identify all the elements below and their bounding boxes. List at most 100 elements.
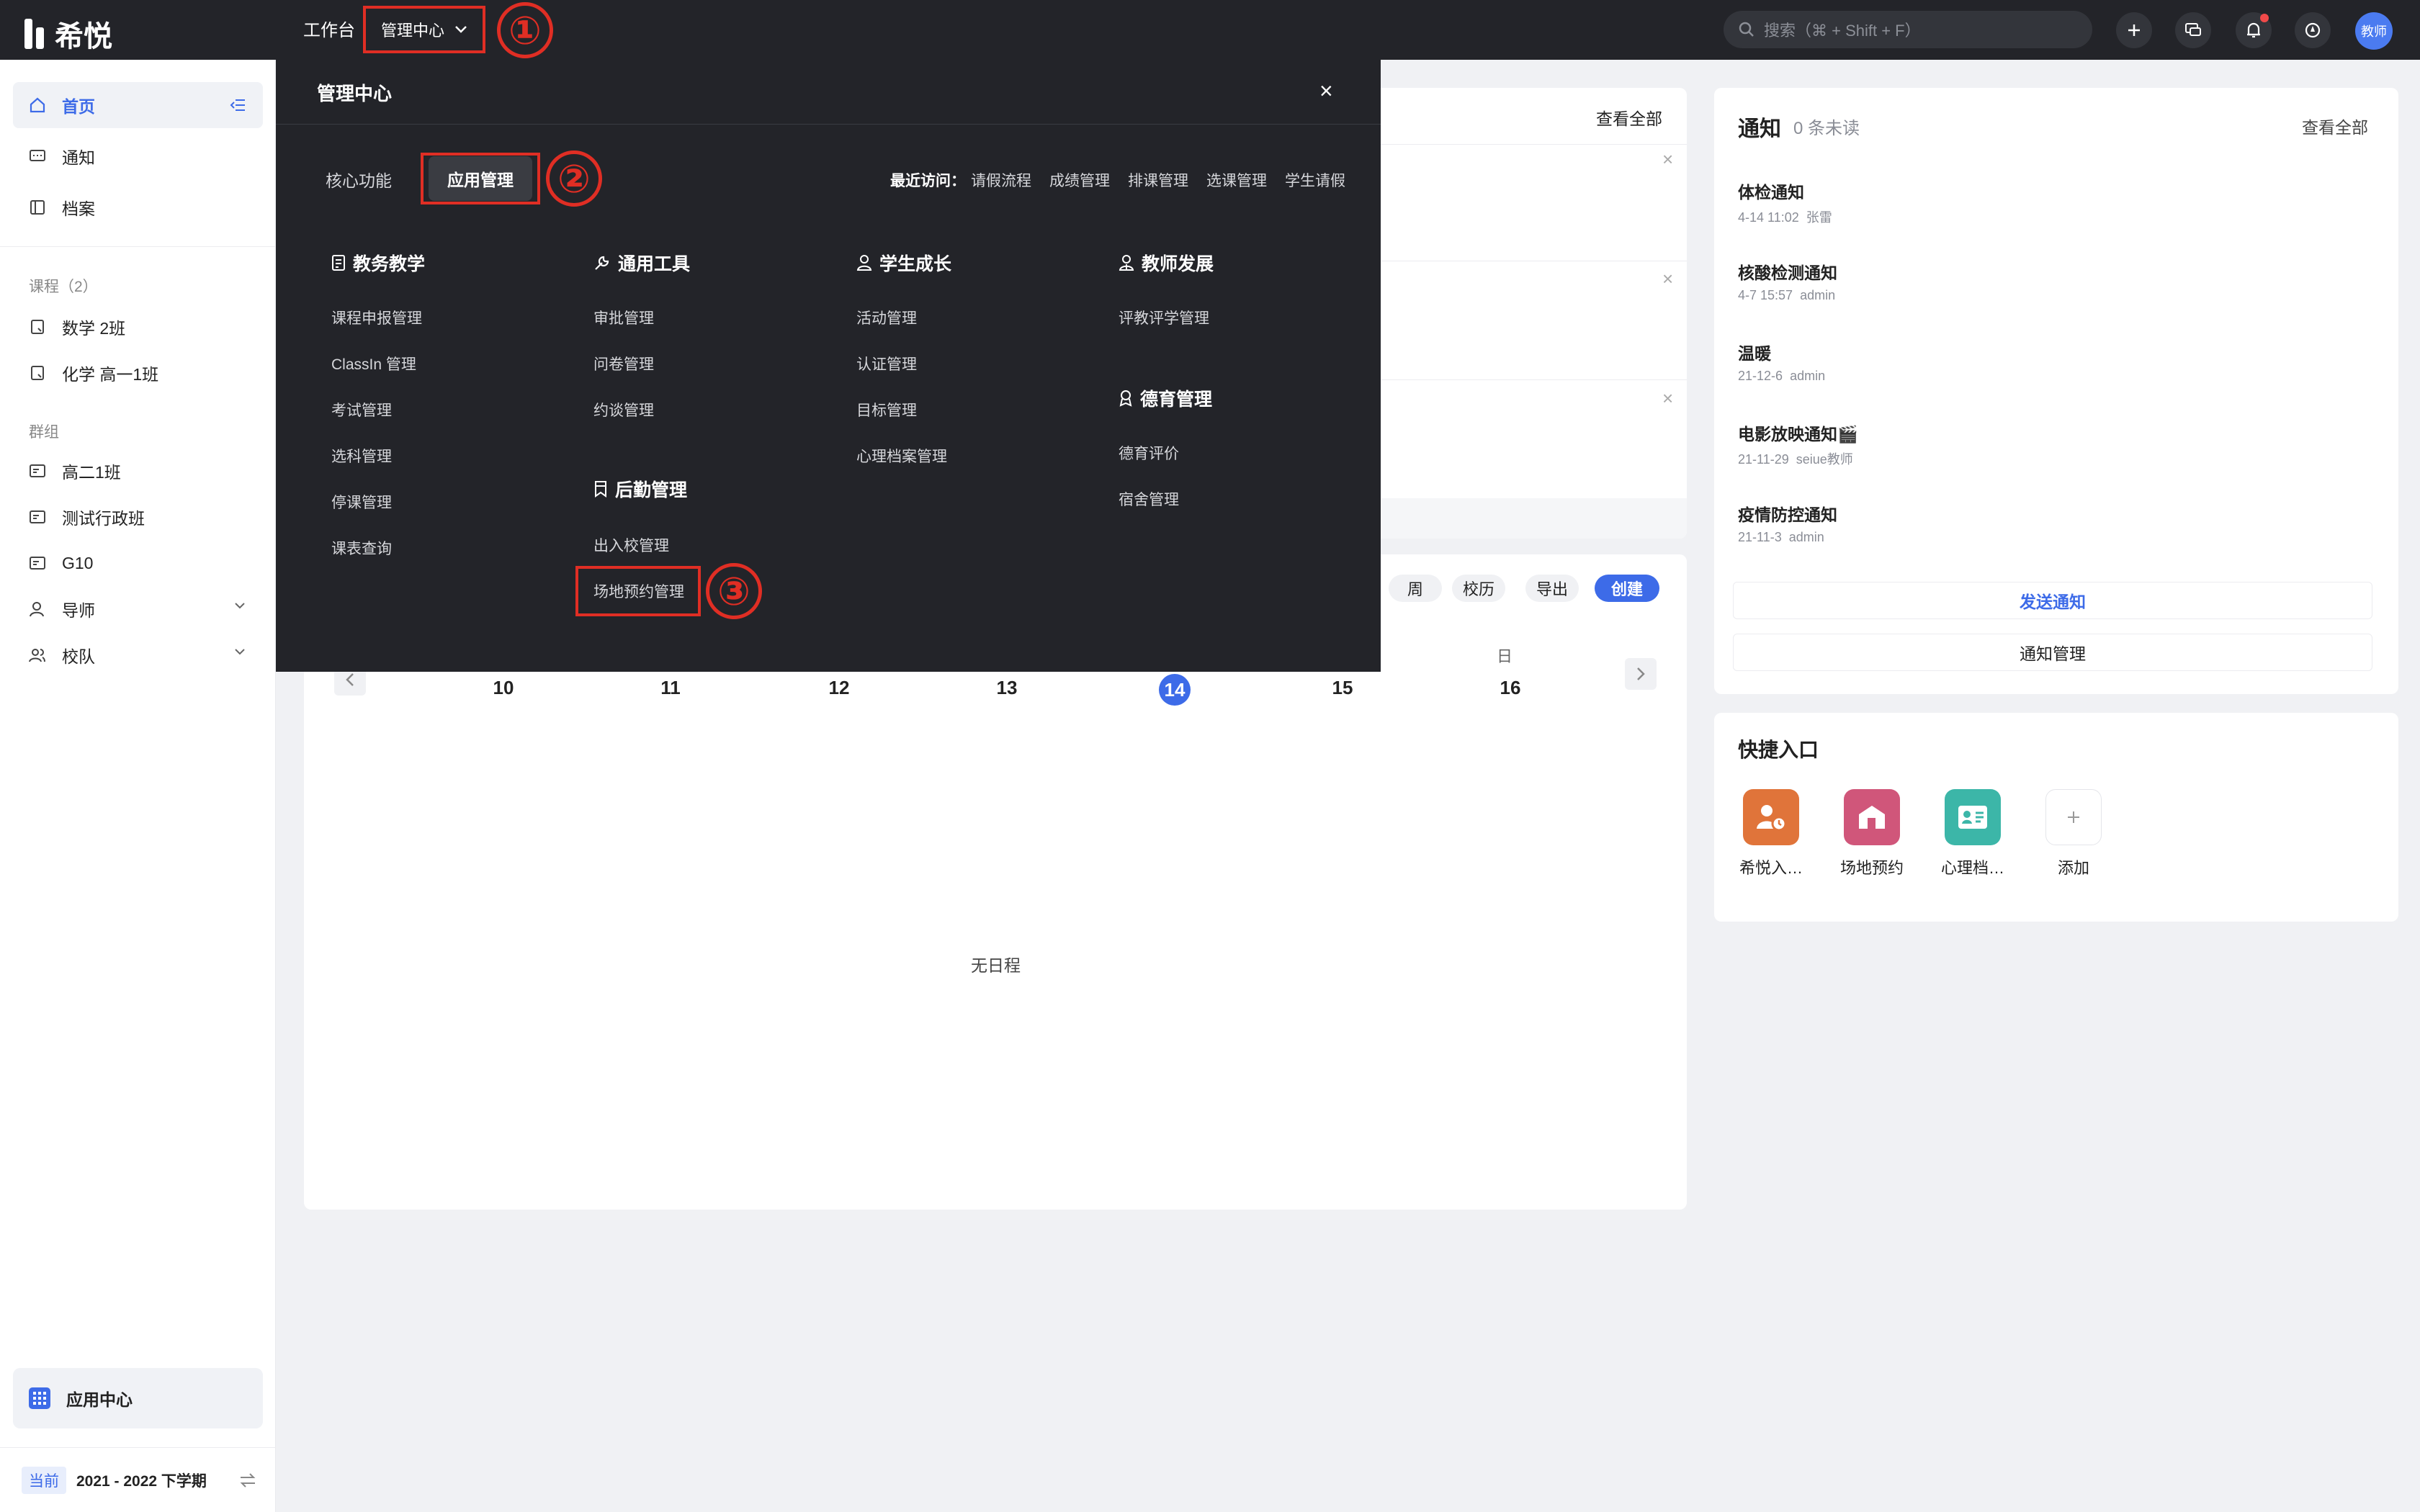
plus-icon — [2045, 789, 2102, 845]
visitor-icon — [1743, 789, 1799, 845]
chevron-down-icon[interactable] — [234, 648, 246, 655]
sidebar-item-notices[interactable]: 通知 — [13, 133, 263, 179]
export-button[interactable]: 导出 — [1525, 575, 1579, 602]
school-calendar-button[interactable]: 校历 — [1452, 575, 1505, 602]
app-link[interactable]: 目标管理 — [856, 399, 917, 420]
recent-link[interactable]: 排课管理 — [1128, 169, 1188, 191]
logo[interactable]: 希悦 — [24, 13, 112, 55]
tab-app-management[interactable]: 应用管理 — [421, 153, 540, 204]
day-number[interactable]: 11 — [649, 677, 692, 699]
app-link[interactable]: 考试管理 — [331, 399, 392, 420]
send-notice-button[interactable]: 发送通知 — [1733, 582, 2372, 619]
create-button[interactable]: 创建 — [1595, 575, 1659, 602]
sidebar-item-label: 首页 — [62, 97, 95, 116]
app-link[interactable]: 认证管理 — [856, 353, 917, 374]
day-number[interactable]: 16 — [1489, 677, 1532, 699]
weekday-label: 日 — [1497, 647, 1513, 665]
app-link[interactable]: 选科管理 — [331, 445, 392, 467]
app-link[interactable]: 约谈管理 — [593, 399, 654, 420]
quick-entry-item[interactable]: 场地预约 — [1818, 789, 1926, 878]
close-icon[interactable]: × — [1319, 78, 1333, 104]
app-link[interactable]: 课表查询 — [331, 537, 392, 559]
chevron-down-icon[interactable] — [234, 602, 246, 609]
sidebar-item-group-team[interactable]: 校队 — [13, 632, 263, 678]
recent-link[interactable]: 学生请假 — [1285, 169, 1345, 191]
sidebar-item-label: 校队 — [62, 647, 95, 666]
day-number[interactable]: 13 — [985, 677, 1028, 699]
day-number[interactable]: 12 — [817, 677, 861, 699]
category-general-tools: 通用工具 — [593, 250, 690, 276]
sidebar-item-label: G10 — [62, 553, 94, 572]
todo-view-all-link[interactable]: 查看全部 — [1596, 105, 1662, 130]
sidebar-item-group-class[interactable]: 高二1班 — [13, 448, 263, 494]
sidebar-item-course-math[interactable]: 数学 2班 — [13, 304, 263, 350]
close-icon[interactable]: × — [1662, 268, 1673, 290]
recent-link[interactable]: 选课管理 — [1206, 169, 1267, 191]
courses-header: 课程（2） — [29, 279, 98, 295]
quick-entry-item[interactable]: 希悦入… — [1717, 789, 1825, 878]
app-link[interactable]: 停课管理 — [331, 491, 392, 513]
course-icon — [31, 366, 44, 380]
messages-button[interactable] — [2175, 12, 2211, 48]
recent-link[interactable]: 成绩管理 — [1049, 169, 1110, 191]
sidebar-item-course-chem[interactable]: 化学 高一1班 — [13, 350, 263, 396]
notifications-button[interactable] — [2236, 12, 2272, 48]
close-icon[interactable]: × — [1662, 387, 1673, 410]
app-link[interactable]: 审批管理 — [593, 307, 654, 328]
app-link[interactable]: 活动管理 — [856, 307, 917, 328]
day-number[interactable]: 15 — [1321, 677, 1364, 699]
app-link[interactable]: 心理档案管理 — [856, 445, 947, 467]
search-input[interactable]: 搜索（⌘ + Shift + F） — [1724, 11, 2092, 48]
notification-title[interactable]: 温暖 — [1738, 340, 1771, 364]
app-link[interactable]: ClassIn 管理 — [331, 353, 416, 374]
quick-entry-add[interactable]: 添加 — [2020, 789, 2128, 878]
notification-title[interactable]: 体检通知 — [1738, 179, 1804, 203]
chevron-right-icon[interactable] — [1625, 658, 1657, 690]
nav-workbench[interactable]: 工作台 — [303, 16, 355, 41]
sidebar-item-label: 档案 — [62, 199, 95, 218]
step-marker-2: ② — [546, 150, 602, 207]
help-button[interactable] — [2295, 12, 2331, 48]
class-group-icon — [30, 510, 45, 523]
notice-management-button[interactable]: 通知管理 — [1733, 634, 2372, 671]
groups-header: 群组 — [29, 424, 59, 441]
sidebar-item-archive[interactable]: 档案 — [13, 184, 263, 230]
divider — [0, 246, 276, 247]
switch-icon[interactable] — [239, 1472, 256, 1488]
category-logistics: 后勤管理 — [593, 476, 687, 502]
plus-icon — [2128, 24, 2140, 36]
divider — [276, 124, 1381, 125]
sidebar-item-home[interactable]: 首页 — [13, 82, 263, 128]
notifications-view-all-link[interactable]: 查看全部 — [2302, 114, 2368, 138]
recent-link[interactable]: 请假流程 — [971, 169, 1031, 191]
sidebar-item-group-admin-class[interactable]: 测试行政班 — [13, 494, 263, 540]
user-avatar[interactable]: 教师 — [2355, 12, 2393, 50]
teacher-icon — [1119, 255, 1134, 271]
category-title: 教务教学 — [353, 254, 426, 274]
close-icon[interactable]: × — [1662, 148, 1673, 171]
logo-text: 希悦 — [55, 21, 112, 53]
sidebar-item-group-g10[interactable]: G10 — [13, 540, 263, 586]
app-link[interactable]: 问卷管理 — [593, 353, 654, 374]
sidebar-item-group-tutor[interactable]: 导师 — [13, 586, 263, 632]
notification-title[interactable]: 核酸检测通知 — [1738, 259, 1837, 284]
app-center-button[interactable]: 应用中心 — [13, 1368, 263, 1428]
quick-entry-item[interactable]: 心理档… — [1919, 789, 2027, 878]
app-link[interactable]: 宿舍管理 — [1119, 488, 1179, 510]
management-center-panel — [276, 60, 1381, 672]
app-link[interactable]: 课程申报管理 — [331, 307, 422, 328]
week-view-button[interactable]: 周 — [1389, 575, 1442, 602]
app-link[interactable]: 德育评价 — [1119, 442, 1179, 464]
notification-title[interactable]: 疫情防控通知 — [1738, 501, 1837, 526]
day-number-today[interactable]: 14 — [1159, 674, 1191, 706]
app-link[interactable]: 评教评学管理 — [1119, 307, 1209, 328]
nav-management-center-dropdown[interactable]: 管理中心 — [363, 6, 485, 53]
day-number[interactable]: 10 — [482, 677, 525, 699]
tab-core-functions[interactable]: 核心功能 — [326, 167, 392, 192]
app-link[interactable]: 出入校管理 — [593, 534, 669, 556]
panel-title: 管理中心 — [317, 83, 393, 104]
term-selector[interactable]: 当前 2021 - 2022 下学期 — [0, 1447, 276, 1512]
notification-title[interactable]: 电影放映通知🎬 — [1738, 420, 1858, 445]
add-button[interactable] — [2116, 12, 2152, 48]
collapse-menu-icon[interactable] — [230, 98, 246, 112]
